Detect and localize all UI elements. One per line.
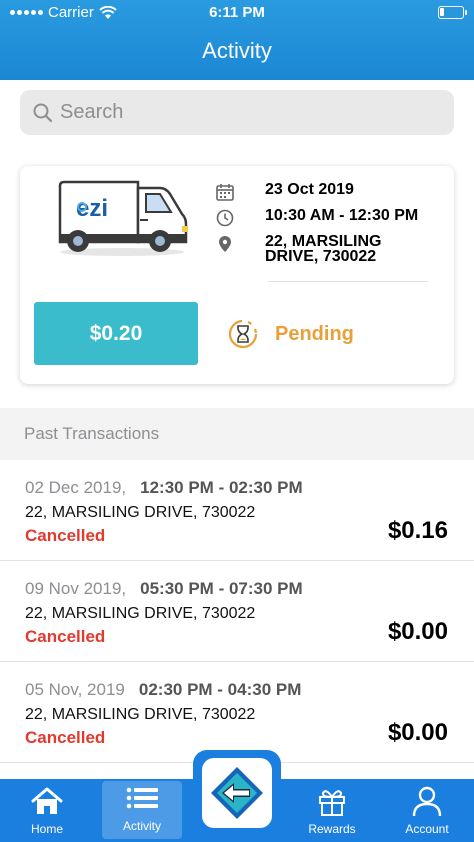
home-icon bbox=[31, 787, 63, 814]
battery-icon bbox=[438, 6, 467, 19]
gift-icon bbox=[319, 790, 345, 816]
clock-icon bbox=[216, 209, 234, 227]
transaction-time: 05:30 PM - 07:30 PM bbox=[140, 579, 303, 598]
tab-activity[interactable]: Activity bbox=[102, 781, 182, 839]
booking-address: 22, MARSILING DRIVE, 730022 bbox=[265, 233, 382, 265]
location-pin-icon bbox=[219, 236, 231, 252]
transaction-time: 12:30 PM - 02:30 PM bbox=[140, 478, 303, 497]
transaction-address: 22, MARSILING DRIVE, 730022 bbox=[25, 706, 256, 723]
upcoming-booking-card[interactable]: ezi 23 Oct 2019 10:30 AM - 12:30 PM 22, … bbox=[20, 166, 454, 384]
tab-rewards[interactable]: Rewards bbox=[292, 779, 372, 842]
transaction-row[interactable]: 09 Nov 2019, 05:30 PM - 07:30 PM 22, MAR… bbox=[0, 561, 474, 662]
status-pending-label: Pending bbox=[275, 322, 354, 345]
transaction-amount: $0.00 bbox=[387, 719, 448, 746]
page-title: Activity bbox=[202, 38, 272, 63]
booking-time-row: 10:30 AM - 12:30 PM bbox=[215, 208, 418, 228]
transaction-time: 02:30 PM - 04:30 PM bbox=[138, 680, 302, 699]
status-time: 6:11 PM bbox=[209, 4, 265, 21]
transaction-date: 05 Nov, 2019 bbox=[25, 680, 125, 699]
tab-home[interactable]: Home bbox=[7, 779, 87, 842]
tab-account[interactable]: Account bbox=[387, 779, 467, 842]
booking-amount-button[interactable]: $0.20 bbox=[34, 302, 198, 365]
booking-status: Pending bbox=[227, 318, 354, 350]
tab-activity-label: Activity bbox=[122, 819, 161, 833]
app-header: Carrier 6:11 PM Activity bbox=[0, 0, 474, 80]
transaction-date: 02 Dec 2019, bbox=[25, 478, 127, 497]
hourglass-icon bbox=[228, 319, 258, 349]
transaction-amount: $0.00 bbox=[387, 618, 448, 645]
search-icon bbox=[33, 103, 53, 122]
calendar-icon bbox=[216, 184, 234, 201]
arrow-left-icon bbox=[211, 767, 263, 819]
list-icon bbox=[126, 787, 158, 809]
status-bar: Carrier 6:11 PM bbox=[0, 0, 474, 26]
transaction-amount: $0.16 bbox=[387, 517, 448, 544]
transaction-row[interactable]: 02 Dec 2019, 12:30 PM - 02:30 PM 22, MAR… bbox=[0, 460, 474, 561]
transaction-status: Cancelled bbox=[25, 728, 106, 747]
booking-date-row: 23 Oct 2019 bbox=[215, 182, 354, 202]
tab-rewards-label: Rewards bbox=[308, 822, 356, 836]
transaction-address: 22, MARSILING DRIVE, 730022 bbox=[25, 504, 256, 521]
transaction-date: 09 Nov 2019, bbox=[25, 579, 127, 598]
transaction-status: Cancelled bbox=[25, 627, 106, 646]
center-action-button[interactable] bbox=[193, 750, 281, 836]
transaction-row[interactable]: 05 Nov, 2019 02:30 PM - 04:30 PM 22, MAR… bbox=[0, 662, 474, 763]
transaction-address: 22, MARSILING DRIVE, 730022 bbox=[25, 605, 256, 622]
booking-date: 23 Oct 2019 bbox=[265, 181, 354, 198]
tab-home-label: Home bbox=[30, 822, 63, 836]
booking-address-row: 22, MARSILING DRIVE, 730022 bbox=[215, 233, 425, 265]
van-logo-text: ezi bbox=[76, 195, 108, 222]
past-transactions-header: Past Transactions bbox=[0, 408, 474, 460]
search-input[interactable] bbox=[60, 101, 420, 124]
card-divider bbox=[268, 281, 428, 282]
person-icon bbox=[412, 786, 442, 817]
search-bar[interactable] bbox=[20, 90, 454, 135]
transaction-status: Cancelled bbox=[25, 526, 106, 545]
booking-time: 10:30 AM - 12:30 PM bbox=[265, 207, 419, 224]
van-icon: ezi bbox=[58, 180, 188, 256]
tab-account-label: Account bbox=[405, 822, 449, 836]
